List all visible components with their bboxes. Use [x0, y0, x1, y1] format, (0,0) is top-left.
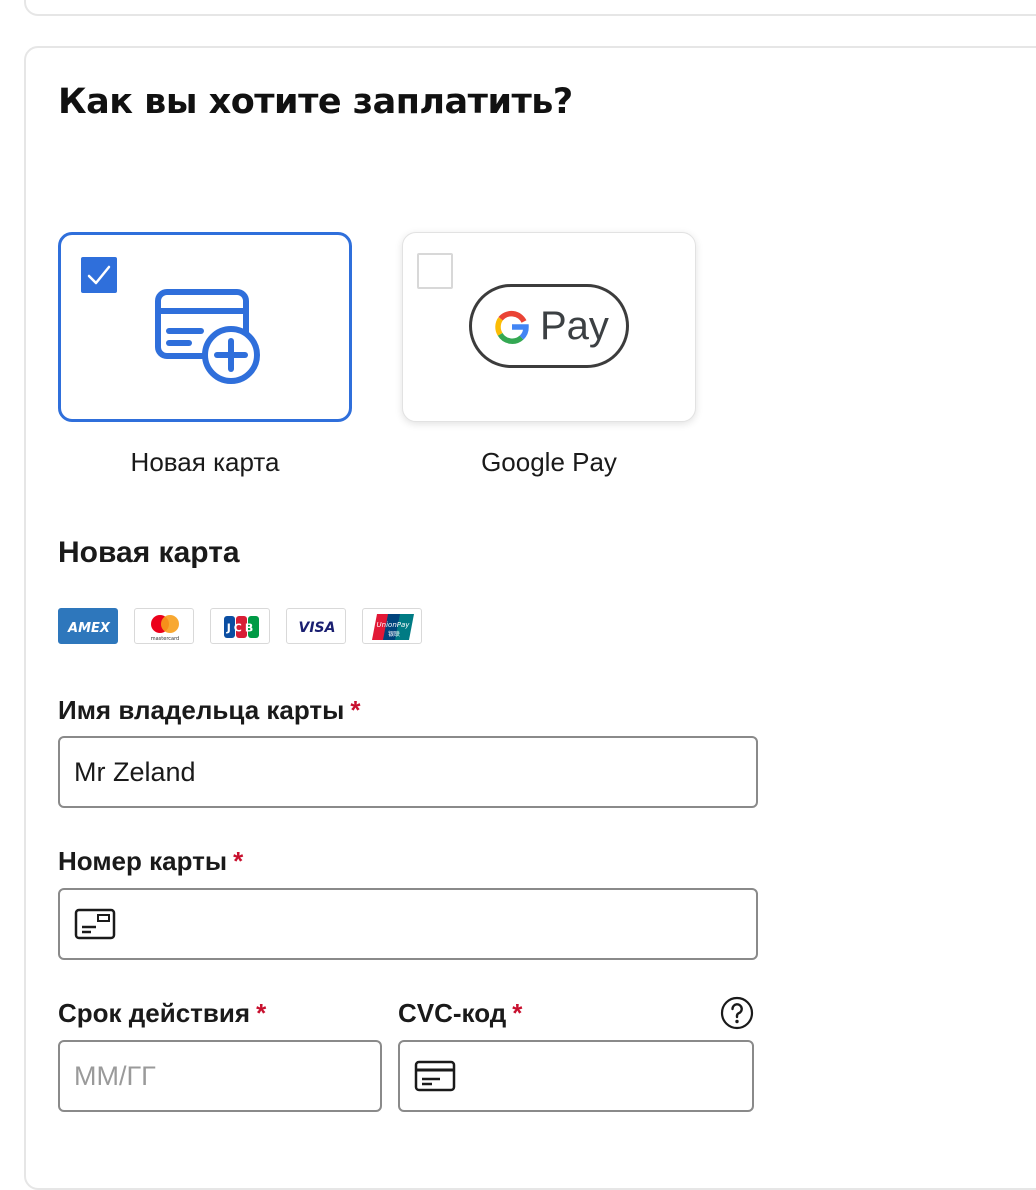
payment-option-label: Новая карта — [130, 447, 280, 477]
cardholder-input-value: Mr Zeland — [74, 757, 196, 787]
cvc-label: CVC-код * — [398, 997, 522, 1029]
required-asterisk: * — [350, 695, 361, 725]
mastercard-icon: mastercard — [134, 608, 194, 644]
expiry-input[interactable]: ММ/ГГ — [58, 1040, 382, 1112]
mastercard-icon-label: mastercard — [151, 636, 179, 642]
google-pay-logo-text: Pay — [540, 304, 609, 348]
new-card-checkbox[interactable] — [81, 257, 117, 293]
google-pay-logo: Pay — [469, 284, 629, 368]
amex-icon: AMEX — [58, 608, 118, 644]
page-title: Как вы хотите заплатить? — [58, 82, 573, 122]
jcb-icon-label: JCB — [226, 622, 257, 635]
unionpay-icon-subtext: 银联 — [388, 630, 400, 638]
payment-option-label: Google Pay — [481, 447, 617, 477]
new-card-icon — [155, 289, 260, 384]
required-asterisk: * — [256, 998, 267, 1028]
jcb-icon: JCB — [210, 608, 270, 644]
card-number-input[interactable] — [58, 888, 758, 960]
required-asterisk: * — [512, 998, 523, 1028]
card-number-label: Номер карты * — [58, 845, 243, 877]
visa-icon-label: VISA — [299, 620, 336, 636]
previous-section-card — [24, 0, 1036, 16]
cardholder-input[interactable]: Mr Zeland — [58, 736, 758, 808]
expiry-label-text: Срок действия — [58, 998, 251, 1028]
question-circle-icon[interactable] — [720, 996, 754, 1030]
amex-icon-label: AMEX — [67, 621, 111, 636]
cvc-card-icon — [414, 1060, 456, 1092]
google-pay-checkbox[interactable] — [417, 253, 453, 289]
cardholder-label: Имя владельца карты * — [58, 694, 360, 726]
visa-icon: VISA — [286, 608, 346, 644]
payment-option-google-pay[interactable]: Pay — [402, 232, 696, 422]
expiry-placeholder: ММ/ГГ — [74, 1061, 156, 1091]
cvc-input[interactable] — [398, 1040, 754, 1112]
google-g-icon — [495, 310, 529, 344]
section-title: Новая карта — [58, 536, 240, 569]
card-number-card-icon — [74, 908, 116, 940]
checkmark-icon — [87, 265, 111, 285]
cardholder-label-text: Имя владельца карты — [58, 695, 345, 725]
unionpay-icon-label: UnionPay — [377, 621, 411, 629]
unionpay-icon: UnionPay 银联 — [362, 608, 422, 644]
cvc-label-text: CVC-код — [398, 998, 507, 1028]
card-number-label-text: Номер карты — [58, 846, 228, 876]
expiry-label: Срок действия * — [58, 997, 266, 1029]
payment-option-new-card[interactable] — [58, 232, 352, 422]
required-asterisk: * — [233, 846, 244, 876]
